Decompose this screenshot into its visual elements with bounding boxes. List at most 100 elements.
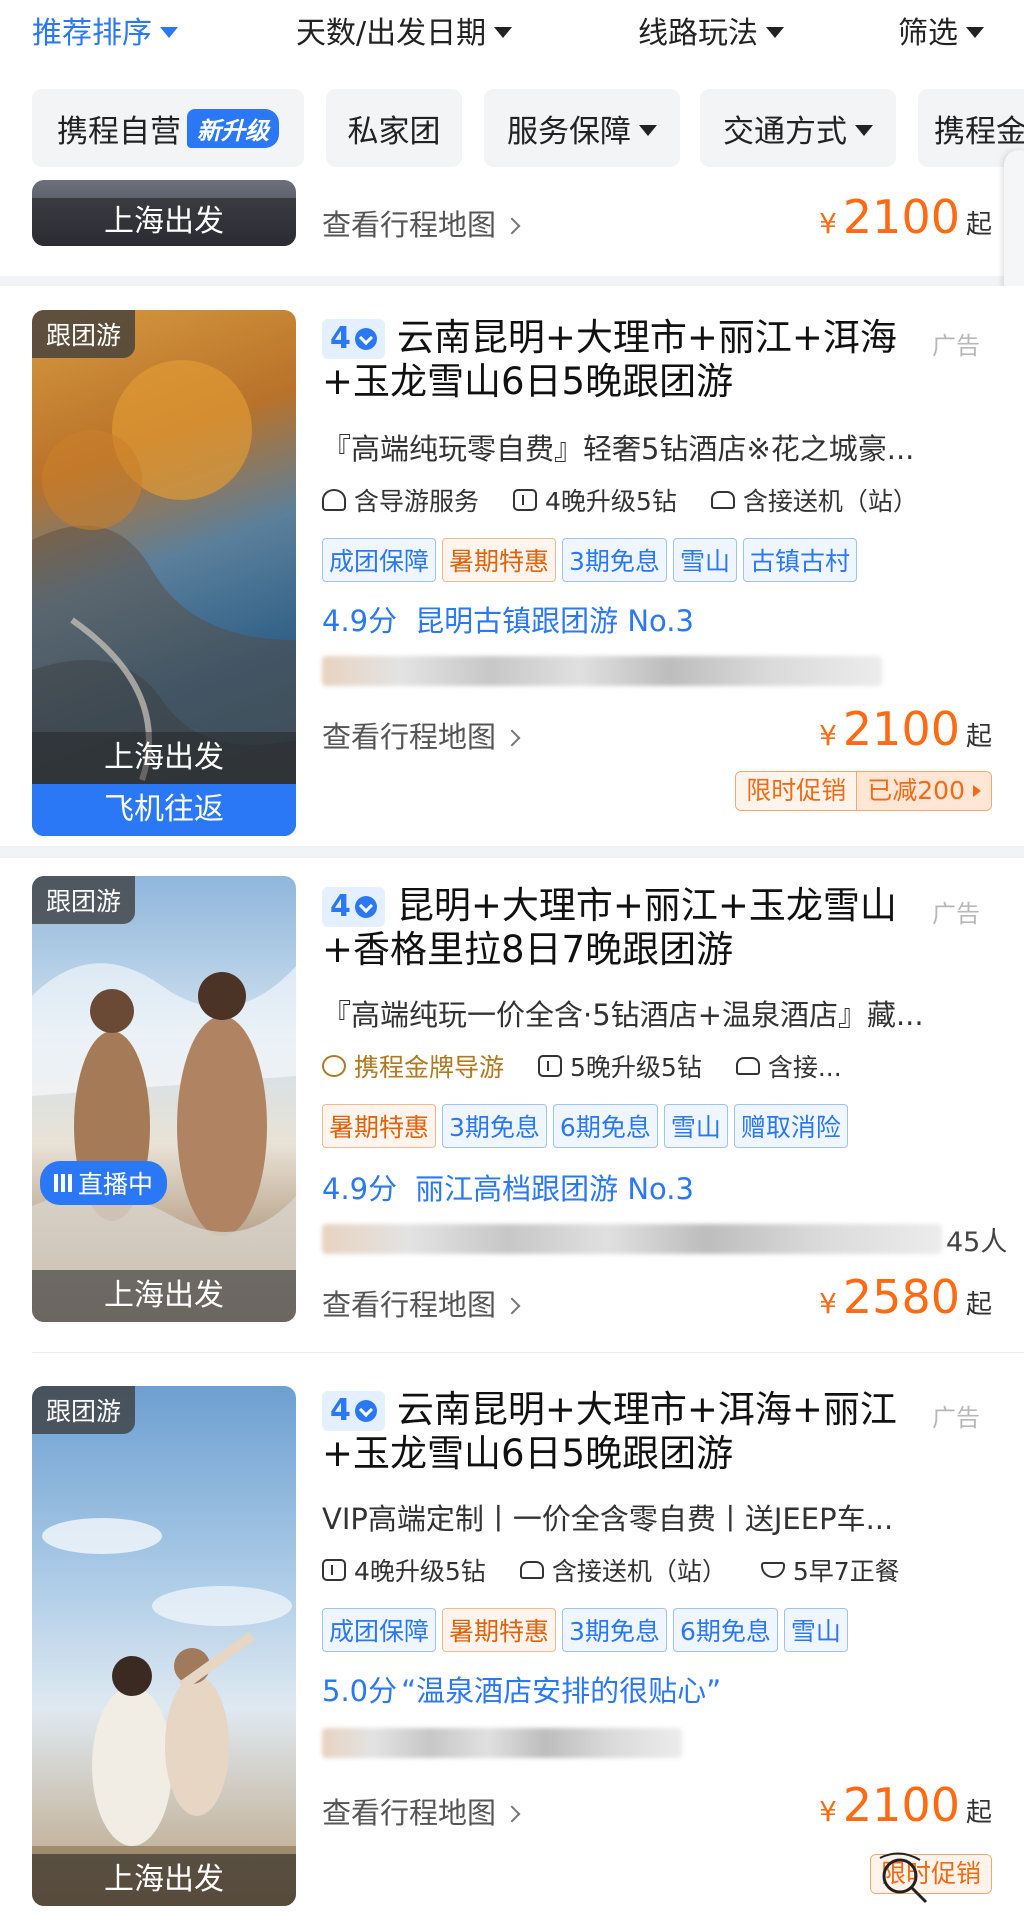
chip-ctrip-self-operated[interactable]: 携程自营 新升级 <box>32 89 304 167</box>
diamond-level-badge: 4 <box>322 1391 385 1431</box>
depart-city-label: 上海出发 <box>32 1854 296 1906</box>
tag: 赠取消险 <box>733 1104 848 1148</box>
sort-filter[interactable]: 筛选 <box>898 8 984 52</box>
tour-type-tag: 跟团游 <box>32 876 136 924</box>
price-amount: 2100 <box>842 190 960 244</box>
tag-row: 成团保障 暑期特惠 3期免息 雪山 古镇古村 <box>322 538 863 582</box>
feature-item: 携程金牌导游 <box>322 1048 504 1084</box>
price-suffix: 起 <box>965 210 992 240</box>
sort-label: 筛选 <box>898 16 958 51</box>
new-badge: 新升级 <box>187 108 279 148</box>
tour-title[interactable]: 4 云南昆明+大理市+洱海+丽江+玉龙雪山6日5晚跟团游 <box>322 1388 922 1476</box>
tag-row: 成团保障 暑期特惠 3期免息 6期免息 雪山 <box>322 1608 854 1652</box>
rating-score: 5.0分 <box>322 1674 398 1708</box>
view-map-link[interactable]: 查看行程地图 <box>322 1282 521 1324</box>
feature-item: 含接送机（站） <box>519 1552 727 1588</box>
car-icon <box>519 1561 544 1579</box>
promo-value: 已减200 <box>856 772 991 810</box>
rating-row[interactable]: 5.0分 “温泉酒店安排的很贴心” <box>322 1668 721 1710</box>
tour-thumbnail: 跟团游 上海出发 飞机往返 <box>32 310 296 836</box>
chevron-right-icon <box>503 1805 521 1823</box>
chip-service[interactable]: 服务保障 <box>484 89 680 167</box>
tour-title[interactable]: 4 昆明+大理市+丽江+玉龙雪山+香格里拉8日7晚跟团游 <box>322 884 922 972</box>
chevron-right-icon <box>503 729 521 747</box>
view-map-link[interactable]: 查看行程地图 <box>322 714 521 756</box>
tag: 6期免息 <box>552 1104 658 1148</box>
verified-icon <box>354 896 377 918</box>
promo-badge[interactable]: 限时促销 已减200 <box>735 771 992 811</box>
caret-down-icon <box>494 26 513 38</box>
feature-item: 4晚升级5钻 <box>513 482 677 518</box>
tag: 雪山 <box>663 1104 728 1148</box>
feature-label: 含接送机（站） <box>742 487 918 516</box>
blurred-review <box>322 1728 682 1758</box>
feature-label: 含接... <box>767 1053 842 1082</box>
medal-icon <box>322 1055 346 1077</box>
tag: 雪山 <box>672 538 737 582</box>
feature-item: 含接... <box>735 1048 842 1084</box>
live-badge[interactable]: 直播中 <box>40 1161 168 1205</box>
caret-down-icon <box>966 26 984 38</box>
promo-label: 限时促销 <box>736 772 857 810</box>
caret-down-icon <box>639 124 657 136</box>
depart-city-label: 上海出发 <box>32 732 296 784</box>
chip-private-tour[interactable]: 私家团 <box>326 89 462 167</box>
chip-transport[interactable]: 交通方式 <box>700 89 896 167</box>
level-number: 4 <box>330 321 351 356</box>
sort-days-date[interactable]: 天数/出发日期 <box>296 8 513 52</box>
view-map-link[interactable]: 查看行程地图 <box>322 1790 521 1832</box>
depart-city-label: 上海出发 <box>32 1270 296 1322</box>
tour-thumbnail: 上海出发 <box>32 180 296 246</box>
price: ¥2100 起 <box>819 190 992 244</box>
sort-route[interactable]: 线路玩法 <box>638 8 784 52</box>
sort-recommended[interactable]: 推荐排序 <box>32 8 178 52</box>
diamond-level-badge: 4 <box>322 887 385 927</box>
feature-label: 含导游服务 <box>354 487 480 516</box>
car-icon <box>710 491 735 509</box>
rating-row[interactable]: 4.9分 昆明古镇跟团游 No.3 <box>322 598 694 640</box>
tour-subtitle: 『高端纯玩一价全含·5钻酒店+温泉酒店』藏... <box>322 998 924 1032</box>
rating-score: 4.9分 <box>322 1172 398 1206</box>
tour-card-partial[interactable]: 上海出发 查看行程地图 ¥2100 起 <box>0 180 1024 276</box>
tag: 3期免息 <box>442 1104 547 1148</box>
sort-label: 天数/出发日期 <box>296 16 487 51</box>
rating-row[interactable]: 4.9分 丽江高档跟团游 No.3 <box>322 1166 694 1208</box>
hotel-icon <box>513 489 538 511</box>
ad-label: 广告 <box>932 332 980 360</box>
feature-item: 5晚升级5钻 <box>538 1048 702 1084</box>
tour-card[interactable]: 跟团游 直播中 上海出发 4 昆明+大理市+丽江+玉龙雪山+香格里拉8日7晚跟团游… <box>0 858 1024 1352</box>
feature-item: 4晚升级5钻 <box>322 1552 486 1588</box>
blurred-review <box>322 656 882 686</box>
price-amount: 2100 <box>842 1778 960 1832</box>
zoom-icon[interactable] <box>870 1848 940 1908</box>
map-link-label: 查看行程地图 <box>322 1796 497 1830</box>
tag: 暑期特惠 <box>322 1104 437 1148</box>
tour-card[interactable]: 跟团游 上海出发 4 云南昆明+大理市+洱海+丽江+玉龙雪山6日5晚跟团游 广告 … <box>0 1352 1024 1915</box>
tour-subtitle: VIP高端定制丨一价全含零自费丨送JEEP车... <box>322 1502 894 1536</box>
tag: 暑期特惠 <box>442 1608 557 1652</box>
live-icon <box>54 1174 72 1192</box>
feature-label: 4晚升级5钻 <box>354 1557 486 1586</box>
caret-down-icon <box>160 26 178 38</box>
tour-type-tag: 跟团游 <box>32 310 136 358</box>
tag: 成团保障 <box>322 538 437 582</box>
depart-city-label: 上海出发 <box>32 198 296 246</box>
ad-label: 广告 <box>932 1404 980 1432</box>
chevron-right-icon <box>503 1297 521 1315</box>
hotel-icon <box>538 1055 563 1077</box>
tour-thumbnail: 跟团游 直播中 上海出发 <box>32 876 296 1322</box>
tour-photo <box>32 963 296 1322</box>
tag: 6期免息 <box>672 1608 778 1652</box>
price-suffix: 起 <box>965 722 992 752</box>
feature-item: 5早7正餐 <box>760 1552 900 1588</box>
view-map-link[interactable]: 查看行程地图 <box>322 202 521 244</box>
tour-title[interactable]: 4 云南昆明+大理市+丽江+洱海+玉龙雪山6日5晚跟团游 <box>322 316 922 404</box>
title-text: 云南昆明+大理市+洱海+丽江+玉龙雪山6日5晚跟团游 <box>322 1388 897 1475</box>
tag: 3期免息 <box>562 538 667 582</box>
tour-card[interactable]: 跟团游 上海出发 飞机往返 4 云南昆明+大理市+丽江+洱海+玉龙雪山6日5晚跟团… <box>0 286 1024 846</box>
price-currency: ¥ <box>819 1287 837 1320</box>
feature-label: 4晚升级5钻 <box>545 487 677 516</box>
caret-down-icon <box>766 26 784 38</box>
tour-photo <box>32 1518 296 1906</box>
car-icon <box>735 1057 760 1075</box>
